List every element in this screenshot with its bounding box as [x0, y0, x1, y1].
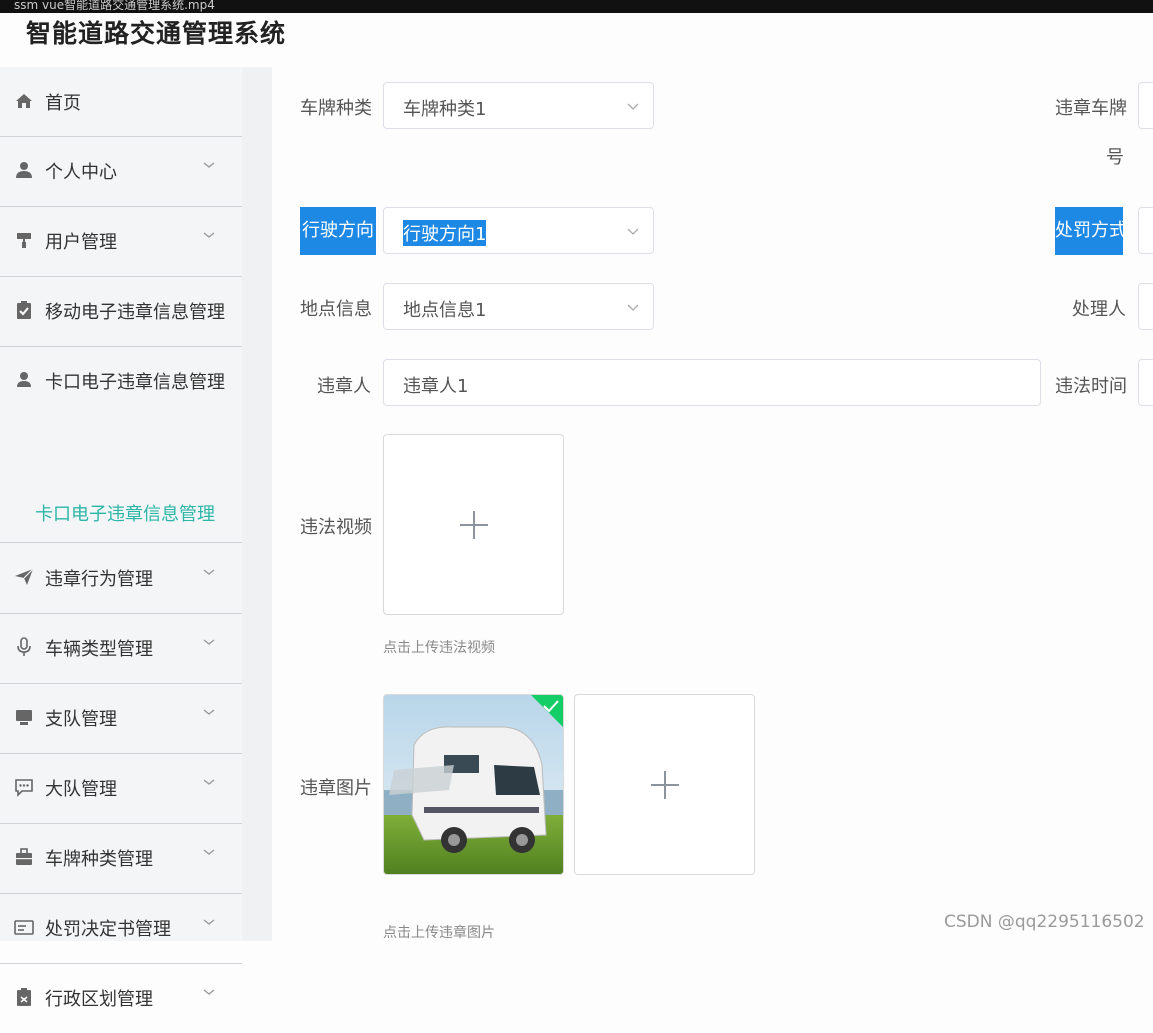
- plate-type-select[interactable]: 车牌种类1: [383, 82, 654, 129]
- sidebar-item-profile[interactable]: 个人中心: [0, 136, 242, 207]
- chevron-down-icon: [627, 304, 639, 311]
- violation-plate-input[interactable]: [1138, 82, 1153, 129]
- chevron-down-icon: [203, 849, 215, 855]
- paper-plane-icon: [14, 567, 34, 587]
- briefcase-icon: [14, 847, 34, 867]
- sidebar-item-label: 首页: [45, 93, 81, 114]
- submenu-item-checkpoint-violation[interactable]: 卡口电子违章信息管理: [0, 476, 242, 543]
- sidebar-item-label: 行政区划管理: [45, 989, 153, 1010]
- sidebar-item-mobile-violation[interactable]: 移动电子违章信息管理: [0, 276, 242, 347]
- chevron-down-icon: [203, 989, 215, 995]
- location-label: 地点信息: [300, 299, 372, 320]
- home-icon: [14, 91, 34, 111]
- user-icon: [14, 160, 34, 180]
- sidebar-item-label: 支队管理: [45, 709, 117, 730]
- violation-plate-label-wrap: 号: [1106, 147, 1124, 168]
- violation-plate-label: 违章车牌: [1055, 98, 1127, 119]
- image-upload-button[interactable]: [574, 694, 755, 875]
- plus-icon: [651, 771, 679, 799]
- chevron-down-icon: [203, 232, 215, 238]
- video-title: ssm vue智能道路交通管理系统.mp4: [14, 0, 215, 12]
- sidebar-item-detachment[interactable]: 支队管理: [0, 683, 242, 754]
- violation-time-label: 违法时间: [1055, 376, 1127, 397]
- desktop-icon: [14, 707, 34, 727]
- location-value: 地点信息1: [403, 300, 487, 321]
- location-select[interactable]: 地点信息1: [383, 283, 654, 330]
- plate-type-label: 车牌种类: [300, 98, 372, 119]
- chevron-down-icon: [203, 919, 215, 925]
- video-label: 违法视频: [300, 517, 372, 538]
- user-tie-icon: [14, 370, 34, 390]
- sidebar-gutter: [242, 67, 272, 941]
- sidebar-item-checkpoint-violation[interactable]: 卡口电子违章信息管理: [0, 346, 242, 416]
- chevron-down-icon: [203, 569, 215, 575]
- clipboard-icon: [14, 987, 34, 1007]
- sidebar-item-penalty-decision[interactable]: 处罚决定书管理: [0, 893, 242, 964]
- microphone-icon: [14, 637, 34, 657]
- rv-photo: [384, 695, 563, 874]
- handler-input[interactable]: [1138, 283, 1153, 330]
- direction-select[interactable]: 行驶方向1: [383, 207, 654, 254]
- sidebar-item-vehicle-type[interactable]: 车辆类型管理: [0, 613, 242, 684]
- chevron-down-icon: [203, 162, 215, 168]
- sidebar-item-brigade[interactable]: 大队管理: [0, 753, 242, 824]
- sidebar-item-label: 车辆类型管理: [45, 639, 153, 660]
- chevron-down-icon: [627, 103, 639, 110]
- sidebar-item-label: 车牌种类管理: [45, 849, 153, 870]
- chat-icon: [14, 777, 34, 797]
- video-upload-button[interactable]: [383, 434, 564, 615]
- handler-label: 处理人: [1072, 299, 1126, 320]
- app-title: 智能道路交通管理系统: [26, 19, 287, 48]
- sidebar-item-plate-type[interactable]: 车牌种类管理: [0, 823, 242, 894]
- chevron-down-icon: [203, 639, 215, 645]
- sidebar-item-label: 移动电子违章信息管理: [45, 302, 225, 323]
- violator-label: 违章人: [317, 376, 371, 397]
- violator-value: 违章人1: [403, 376, 469, 397]
- chevron-down-icon: [203, 709, 215, 715]
- chevron-down-icon: [627, 228, 639, 235]
- chevron-down-icon: [203, 779, 215, 785]
- sidebar-item-home[interactable]: 首页: [0, 67, 242, 137]
- sidebar-item-label: 大队管理: [45, 779, 117, 800]
- id-card-icon: [14, 917, 34, 937]
- paint-roller-icon: [14, 230, 34, 250]
- direction-value: 行驶方向1: [403, 220, 487, 246]
- sidebar-item-label: 违章行为管理: [45, 569, 153, 590]
- clipboard-check-icon: [14, 300, 34, 320]
- submenu-item-label: 卡口电子违章信息管理: [35, 504, 215, 525]
- sidebar-item-users[interactable]: 用户管理: [0, 206, 242, 277]
- sidebar-item-violation-behavior[interactable]: 违章行为管理: [0, 543, 242, 614]
- sidebar: 首页 个人中心 用户管理 移动电子违章信息管理 卡口电子违章信息管理 卡口电子违…: [0, 67, 242, 1010]
- violator-input[interactable]: 违章人1: [383, 359, 1041, 406]
- plate-type-value: 车牌种类1: [403, 99, 487, 120]
- penalty-method-label: 处罚方式: [1055, 207, 1123, 255]
- video-upload-hint: 点击上传违法视频: [383, 640, 495, 656]
- watermark: CSDN @qq2295116502: [944, 912, 1145, 932]
- image-upload-hint: 点击上传违章图片: [383, 925, 495, 941]
- uploaded-image-thumbnail[interactable]: [383, 694, 564, 875]
- sidebar-item-label: 处罚决定书管理: [45, 919, 171, 940]
- plus-icon: [460, 511, 488, 539]
- direction-label: 行驶方向: [300, 207, 376, 255]
- sidebar-item-label: 个人中心: [45, 162, 117, 183]
- sidebar-item-admin-division[interactable]: 行政区划管理: [0, 963, 242, 1033]
- image-label: 违章图片: [300, 778, 372, 799]
- violation-time-picker[interactable]: [1138, 359, 1153, 406]
- penalty-method-select[interactable]: [1138, 207, 1153, 254]
- video-title-bar: ssm vue智能道路交通管理系统.mp4: [0, 0, 1153, 13]
- sidebar-item-label: 用户管理: [45, 232, 117, 253]
- sidebar-item-label: 卡口电子违章信息管理: [45, 372, 225, 393]
